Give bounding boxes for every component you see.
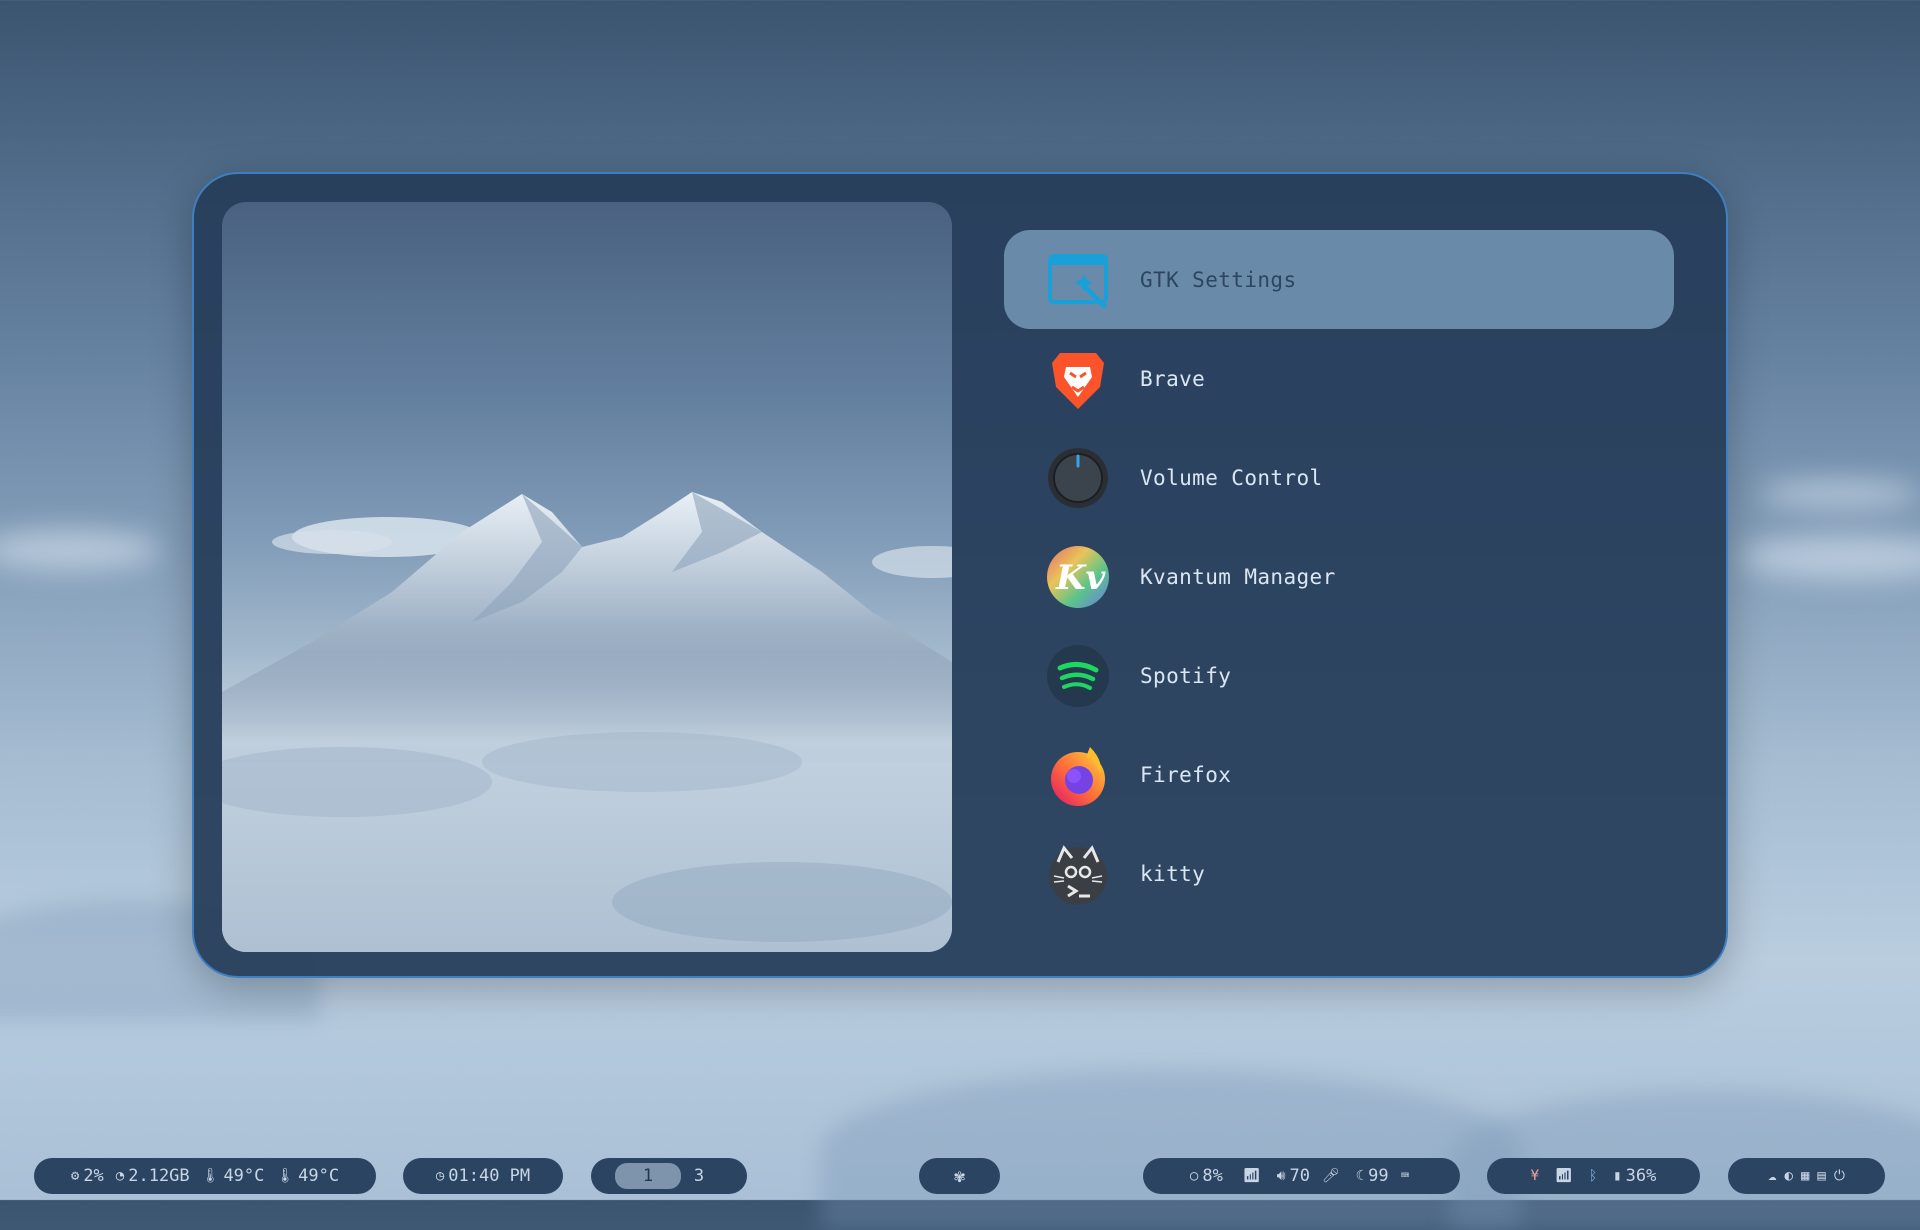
app-item-brave[interactable]: Brave: [1004, 329, 1674, 428]
power-icon[interactable]: ⏻: [1834, 1168, 1845, 1184]
brightness-value[interactable]: 8%: [1202, 1166, 1222, 1186]
app-label: Brave: [1140, 366, 1206, 391]
clock-time: 01:40 PM: [448, 1166, 531, 1186]
workspaces-module: 1 3: [591, 1158, 747, 1194]
battery-icon: ▮: [1613, 1168, 1622, 1184]
app-label: kitty: [1140, 861, 1206, 886]
app-label: GTK Settings: [1140, 267, 1297, 292]
cpu-usage: 2%: [83, 1166, 104, 1186]
layout-icon[interactable]: ▦: [1801, 1168, 1809, 1184]
app-item-kitty[interactable]: kitty: [1004, 824, 1674, 923]
app-label: Firefox: [1140, 762, 1232, 787]
center-logo-module[interactable]: ✾: [919, 1158, 1000, 1194]
app-item-spotify[interactable]: Spotify: [1004, 626, 1674, 725]
memory-usage: 2.12GB: [128, 1166, 190, 1186]
svg-text:Kv: Kv: [1055, 558, 1107, 598]
kvantum-icon: Kv: [1046, 545, 1110, 609]
status-module: ○ 8% 📶︎ 🔊︎ 70 🎤︎ ☾ 99 ⌨: [1143, 1158, 1460, 1194]
wallpaper-hills: [820, 1070, 1520, 1230]
spotify-icon: [1046, 644, 1110, 708]
app-item-firefox[interactable]: Firefox: [1004, 725, 1674, 824]
wifi-icon[interactable]: 📶︎: [1243, 1168, 1261, 1184]
moon-value[interactable]: 99: [1368, 1166, 1388, 1186]
microphone-icon[interactable]: 🎤︎: [1322, 1168, 1340, 1184]
app-label: Kvantum Manager: [1140, 564, 1336, 589]
app-label: Spotify: [1140, 663, 1232, 688]
volume-value[interactable]: 70: [1289, 1166, 1309, 1186]
clock-icon: ◷: [435, 1168, 445, 1184]
wallpaper-cloud: [1740, 535, 1920, 580]
app-tray-icon[interactable]: ¥: [1531, 1168, 1539, 1184]
clock-module[interactable]: ◷ 01:40 PM: [403, 1158, 563, 1194]
clipboard-icon[interactable]: ▤: [1817, 1168, 1825, 1184]
brightness-icon: ○: [1189, 1168, 1199, 1184]
wallpaper-cloud: [0, 530, 160, 570]
wallpaper-cloud: [1760, 480, 1920, 508]
logo-icon: ✾: [954, 1165, 965, 1187]
firefox-icon: [1046, 743, 1110, 807]
thermometer-icon: 🌡︎: [276, 1168, 295, 1184]
launcher-preview-image: [222, 202, 952, 952]
app-list: GTK Settings Brave Volume Control Kv Kva…: [1004, 230, 1674, 923]
volume-knob-icon: [1046, 446, 1110, 510]
battery-value[interactable]: 36%: [1626, 1166, 1657, 1186]
app-launcher-window: GTK Settings Brave Volume Control Kv Kva…: [192, 172, 1728, 978]
keyboard-icon[interactable]: ⌨: [1401, 1168, 1409, 1184]
brave-icon: [1046, 347, 1110, 411]
tray-module: ¥ 📶︎ ᛒ ▮ 36%: [1487, 1158, 1700, 1194]
app-item-gtk-settings[interactable]: GTK Settings: [1004, 230, 1674, 329]
gtk-settings-icon: [1046, 248, 1110, 312]
kitty-icon: [1046, 842, 1110, 906]
workspace-button[interactable]: 3: [681, 1166, 717, 1186]
palette-icon[interactable]: ◐: [1785, 1168, 1793, 1184]
cpu-icon: ⚙: [70, 1168, 80, 1184]
gpu-temperature: 49°C: [298, 1166, 340, 1186]
ghost-icon[interactable]: ☁: [1768, 1168, 1776, 1184]
speaker-icon: 🔊︎: [1276, 1168, 1286, 1184]
power-menu-module: ☁ ◐ ▦ ▤ ⏻: [1728, 1158, 1885, 1194]
app-label: Volume Control: [1140, 465, 1323, 490]
app-item-volume-control[interactable]: Volume Control: [1004, 428, 1674, 527]
thermometer-icon: 🌡︎: [201, 1168, 220, 1184]
memory-icon: ◔: [115, 1168, 125, 1184]
app-item-kvantum-manager[interactable]: Kv Kvantum Manager: [1004, 527, 1674, 626]
workspace-button-active[interactable]: 1: [615, 1163, 681, 1189]
cpu-temperature: 49°C: [223, 1166, 265, 1186]
moon-icon: ☾: [1355, 1168, 1365, 1184]
wifi-icon[interactable]: 📶︎: [1555, 1168, 1573, 1184]
system-stats-module[interactable]: ⚙ 2% ◔ 2.12GB 🌡︎ 49°C 🌡︎ 49°C: [34, 1158, 376, 1194]
bluetooth-icon[interactable]: ᛒ: [1589, 1168, 1597, 1184]
